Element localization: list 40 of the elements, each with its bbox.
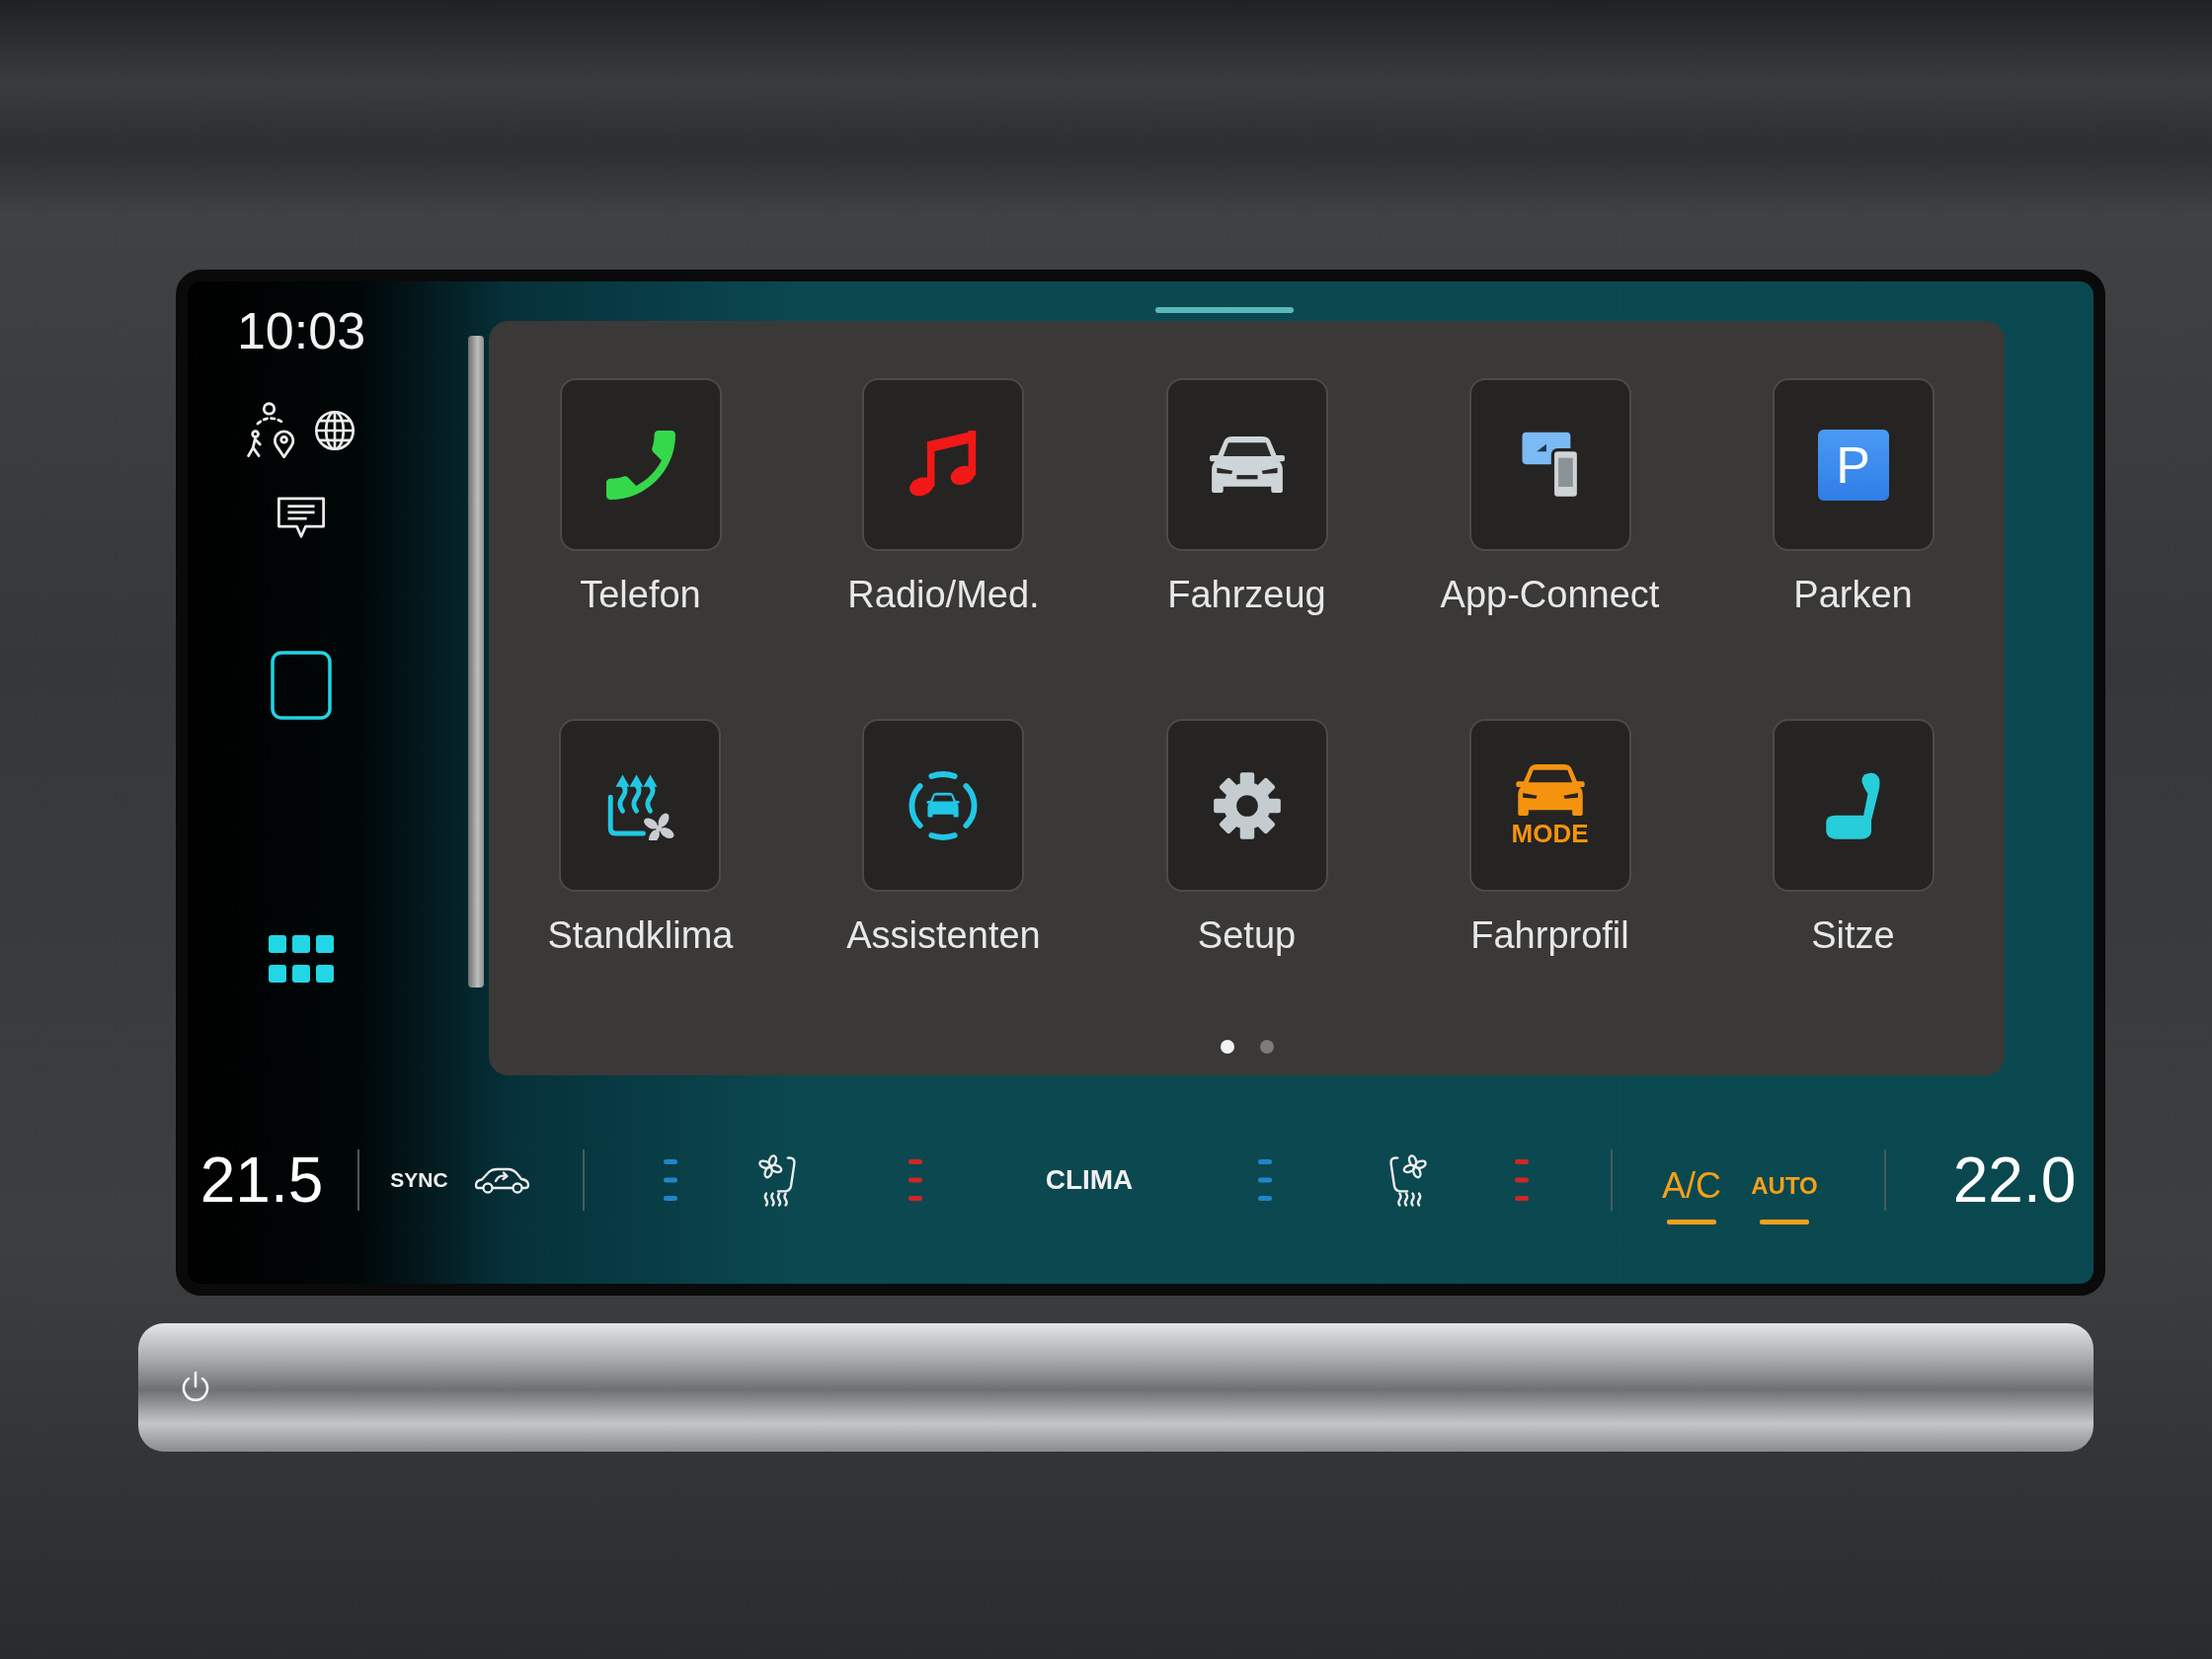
screen-and-phone-icon: [1468, 378, 1631, 551]
seat-icon: [1772, 719, 1935, 892]
app-button[interactable]: Setup: [1165, 719, 1328, 957]
app-button[interactable]: Fahrzeug: [1165, 378, 1328, 616]
triple-dash-icon: [662, 1159, 678, 1201]
car-front-icon: [1165, 378, 1328, 551]
app-button[interactable]: P Parken: [1772, 378, 1935, 616]
triple-dash-icon: [908, 1159, 923, 1201]
app-button[interactable]: Sitze: [1772, 719, 1935, 957]
app-button[interactable]: App-Connect: [1440, 378, 1660, 616]
page-dot[interactable]: [1259, 1040, 1274, 1054]
parking-letter: P: [1817, 429, 1889, 501]
page-dot[interactable]: [1220, 1040, 1234, 1054]
drag-handle[interactable]: [1155, 307, 1294, 313]
passenger-temperature: 22.0: [1952, 1145, 2077, 1216]
climate-toggle-button[interactable]: A/C: [1662, 1165, 1721, 1224]
message-icon[interactable]: [276, 495, 327, 540]
sync-button[interactable]: SYNC: [390, 1167, 448, 1193]
clock-time: 10:03: [236, 301, 366, 360]
square-icon[interactable]: [271, 651, 332, 720]
heat-fan-icon: [559, 719, 722, 892]
climate-toggle-button[interactable]: AUTO: [1751, 1165, 1818, 1224]
car-front-icon: [1515, 763, 1585, 816]
app-button[interactable]: Standklima: [547, 719, 734, 957]
app-button[interactable]: MODE Fahrprofil: [1468, 719, 1631, 957]
settings-icon: [1165, 719, 1328, 892]
app-button[interactable]: Telefon: [559, 378, 722, 616]
driver-temperature: 21.5: [199, 1145, 324, 1216]
triple-dash-icon: [1513, 1159, 1530, 1201]
car-recirculation-icon[interactable]: [473, 1165, 531, 1195]
music-note-icon: [862, 378, 1025, 551]
phone-icon: [559, 378, 722, 551]
app-grid-icon[interactable]: [269, 935, 334, 983]
triple-dash-icon: [1257, 1159, 1273, 1201]
mode-text: MODE: [1511, 819, 1589, 847]
app-button[interactable]: Assistenten: [846, 719, 1041, 957]
globe-icon[interactable]: [313, 409, 356, 452]
app-button[interactable]: Radio/Med.: [847, 378, 1040, 616]
clima-button[interactable]: CLIMA: [1045, 1163, 1134, 1197]
car-sensor-icon: [862, 719, 1025, 892]
